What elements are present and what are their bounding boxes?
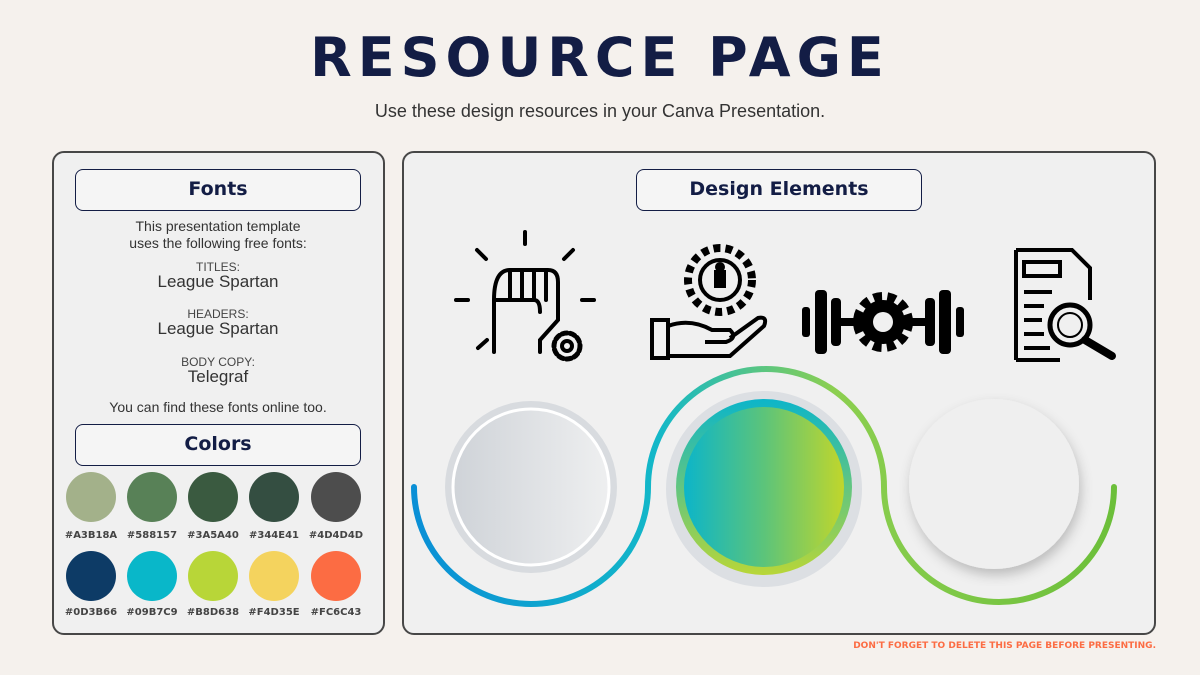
delete-page-note: DON'T FORGET TO DELETE THIS PAGE BEFORE … [853,641,1156,651]
gradient-circle [666,391,862,587]
hand-gear-person-icon [650,244,768,360]
document-search-icon [1014,248,1116,362]
white-circle [909,399,1079,569]
grey-circle [445,401,617,573]
design-elements-graphic [411,230,1117,607]
dumbbell-gear-icon [802,290,964,354]
fist-gear-icon [454,230,596,362]
